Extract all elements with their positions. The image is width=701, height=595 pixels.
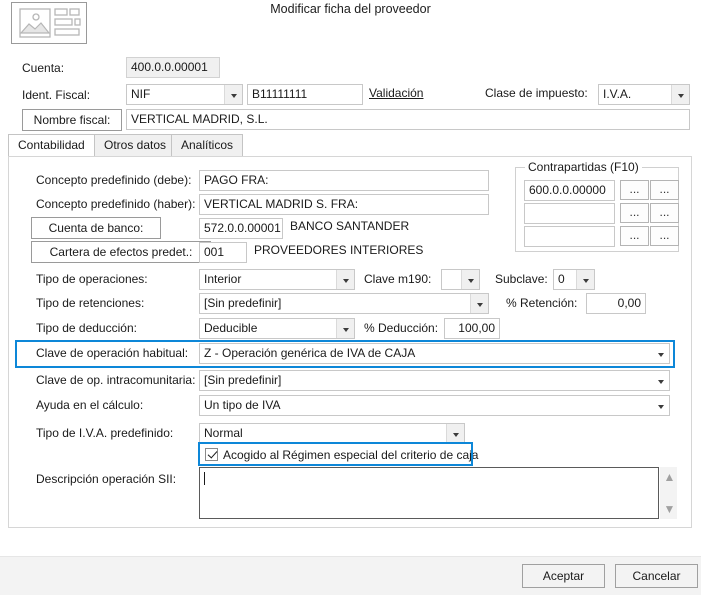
clave-op-habitual-value: Z - Operación genérica de IVA de CAJA [204,346,416,360]
contrapartidas-groupbox: Contrapartidas (F10) 600.0.0.00000 ... .… [515,160,679,252]
chevron-down-icon[interactable] [336,319,354,338]
pct-deduccion-field[interactable]: 100,00 [444,318,500,339]
clave-op-habitual-label: Clave de operación habitual: [36,346,189,360]
tipo-operaciones-combo[interactable]: Interior [199,269,355,290]
concepto-debe-field[interactable]: PAGO FRA: [199,170,489,191]
tabstrip: Contabilidad Otros datos Analíticos [8,134,692,157]
tipo-iva-label: Tipo de I.V.A. predefinido: [36,426,174,440]
contrapartida-field-2[interactable] [524,203,615,224]
contrapartida-browse-button-3b[interactable]: ... [650,226,679,246]
descripcion-sii-label: Descripción operación SII: [36,472,177,486]
pct-retencion-field[interactable]: 0,00 [586,293,646,314]
cancel-button[interactable]: Cancelar [615,564,698,588]
tipo-deduccion-combo[interactable]: Deducible [199,318,355,339]
tipo-iva-value: Normal [204,426,243,440]
tab-analiticos-label: Analíticos [181,138,234,152]
ayuda-calculo-label: Ayuda en el cálculo: [36,398,144,412]
criterio-caja-checkbox-row[interactable]: Acogido al Régimen especial del criterio… [205,446,478,464]
concepto-debe-label: Concepto predefinido (debe): [36,173,192,187]
clave-m190-combo[interactable] [441,269,480,290]
tipo-retenciones-label: Tipo de retenciones: [36,296,145,310]
chevron-down-icon[interactable] [224,85,242,104]
contrapartida-browse-button-1b[interactable]: ... [650,180,679,200]
ident-fiscal-label: Ident. Fiscal: [22,88,91,102]
chevron-down-icon[interactable] [652,396,669,415]
tipo-deduccion-label: Tipo de deducción: [36,321,137,335]
accept-button[interactable]: Aceptar [522,564,605,588]
cartera-efectos-button[interactable]: Cartera de efectos predet.: [31,241,211,263]
ident-fiscal-type-value: NIF [131,87,151,101]
clave-op-intra-value: [Sin predefinir] [204,373,282,387]
tipo-deduccion-value: Deducible [204,321,258,335]
cuenta-label: Cuenta: [22,61,65,75]
chevron-up-icon[interactable]: ▲ [664,471,676,483]
cartera-efectos-field[interactable]: 001 [199,242,247,263]
chevron-down-icon[interactable] [461,270,479,289]
contrapartida-browse-button-2b[interactable]: ... [650,203,679,223]
dialog-title: Modificar ficha del proveedor [270,2,431,16]
nombre-fiscal-field[interactable]: VERTICAL MADRID, S.L. [126,109,690,130]
clave-op-intra-label: Clave de op. intracomunitaria: [36,373,196,387]
modify-supplier-dialog: Modificar ficha del proveedor Cuenta: 40… [0,0,701,595]
clave-op-habitual-combo[interactable]: Z - Operación genérica de IVA de CAJA [199,343,670,364]
contrapartida-field-1[interactable]: 600.0.0.00000 [524,180,615,201]
clave-op-intra-combo[interactable]: [Sin predefinir] [199,370,670,391]
clase-impuesto-combo[interactable]: I.V.A. [598,84,690,105]
chevron-down-icon[interactable] [470,294,488,313]
checkbox-icon[interactable] [205,448,218,461]
chevron-down-icon[interactable]: ▼ [664,503,676,515]
tipo-retenciones-value: [Sin predefinir] [204,296,282,310]
cuenta-banco-button[interactable]: Cuenta de banco: [31,217,161,239]
dialog-header: Modificar ficha del proveedor [0,0,701,44]
text-caret [204,472,205,485]
chevron-down-icon[interactable] [671,85,689,104]
ident-fiscal-number-field[interactable]: B11111111 [247,84,363,105]
clase-impuesto-label: Clase de impuesto: [485,86,588,100]
ayuda-calculo-value: Un tipo de IVA [204,398,281,412]
concepto-haber-field[interactable]: VERTICAL MADRID S. FRA: [199,194,489,215]
tab-otros-datos-label: Otros datos [104,138,167,152]
cuenta-banco-description: BANCO SANTANDER [290,219,410,233]
contrapartidas-title: Contrapartidas (F10) [525,160,642,174]
tab-otros-datos[interactable]: Otros datos [94,134,177,156]
tab-contabilidad[interactable]: Contabilidad [8,134,95,157]
clase-impuesto-value: I.V.A. [603,87,632,101]
criterio-caja-label: Acogido al Régimen especial del criterio… [223,448,479,462]
tipo-iva-combo[interactable]: Normal [199,423,465,444]
tipo-operaciones-label: Tipo de operaciones: [36,272,148,286]
ayuda-calculo-combo[interactable]: Un tipo de IVA [199,395,670,416]
tipo-retenciones-combo[interactable]: [Sin predefinir] [199,293,489,314]
tab-analiticos[interactable]: Analíticos [171,134,244,156]
ident-fiscal-type-combo[interactable]: NIF [126,84,243,105]
tipo-operaciones-value: Interior [204,272,242,286]
descripcion-sii-scrollbar[interactable]: ▲ ▼ [660,467,677,519]
tab-contabilidad-label: Contabilidad [18,138,85,152]
chevron-down-icon[interactable] [652,371,669,390]
cuenta-banco-field[interactable]: 572.0.0.00001 [199,218,283,239]
chevron-down-icon[interactable] [336,270,354,289]
subclave-label: Subclave: [495,272,548,286]
pct-retencion-label: % Retención: [506,296,578,310]
dialog-footer: Aceptar Cancelar [0,556,701,595]
validacion-link[interactable]: Validación [369,86,423,100]
contrapartida-browse-button-1a[interactable]: ... [620,180,649,200]
contrapartida-browse-button-3a[interactable]: ... [620,226,649,246]
chevron-down-icon[interactable] [576,270,594,289]
nombre-fiscal-button[interactable]: Nombre fiscal: [22,109,122,131]
contabilidad-panel: Concepto predefinido (debe): PAGO FRA: C… [8,156,692,528]
clave-m190-label: Clave m190: [364,272,432,286]
chevron-down-icon[interactable] [446,424,464,443]
subclave-combo[interactable]: 0 [553,269,595,290]
chevron-down-icon[interactable] [652,344,669,363]
contrapartida-field-3[interactable] [524,226,615,247]
contrapartida-browse-button-2a[interactable]: ... [620,203,649,223]
cuenta-field[interactable]: 400.0.0.00001 [126,57,220,78]
pct-deduccion-label: % Deducción: [364,321,439,335]
subclave-value: 0 [558,272,565,286]
descripcion-sii-textarea[interactable] [199,467,659,519]
cartera-efectos-description: PROVEEDORES INTERIORES [254,243,424,257]
concepto-haber-label: Concepto predefinido (haber): [36,197,196,211]
